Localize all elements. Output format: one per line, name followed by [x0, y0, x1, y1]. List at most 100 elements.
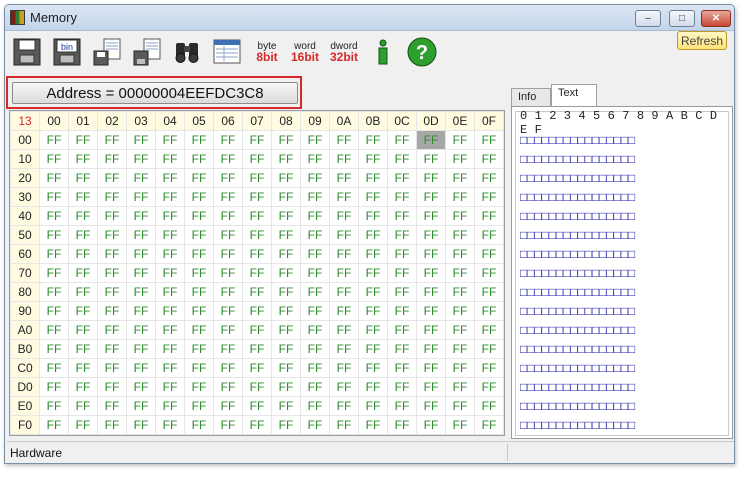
hex-cell[interactable]: FF — [126, 415, 156, 435]
hex-cell[interactable]: FF — [300, 396, 330, 416]
hex-cell[interactable]: FF — [242, 377, 272, 397]
hex-cell[interactable]: FF — [39, 282, 69, 302]
hex-cell[interactable]: FF — [242, 225, 272, 245]
hex-cell[interactable]: FF — [329, 415, 359, 435]
hex-cell[interactable]: FF — [358, 282, 388, 302]
hex-cell[interactable]: FF — [416, 187, 446, 207]
hex-cell[interactable]: FF — [39, 377, 69, 397]
hex-cell[interactable]: FF — [242, 187, 272, 207]
hex-cell[interactable]: FF — [68, 187, 98, 207]
text-row[interactable]: □□□□□□□□□□□□□□□□ — [520, 210, 635, 224]
hex-cell[interactable]: FF — [445, 244, 475, 264]
hex-cell[interactable]: FF — [387, 149, 417, 169]
hex-cell[interactable]: FF — [329, 301, 359, 321]
text-row[interactable]: □□□□□□□□□□□□□□□□ — [520, 324, 635, 338]
hex-cell[interactable]: FF — [358, 206, 388, 226]
hex-cell[interactable]: FF — [155, 396, 185, 416]
hex-cell[interactable]: FF — [474, 320, 504, 340]
hex-cell[interactable]: FF — [242, 415, 272, 435]
hex-cell[interactable]: FF — [387, 225, 417, 245]
hex-cell[interactable]: FF — [213, 244, 243, 264]
hex-cell[interactable]: FF — [271, 415, 301, 435]
hex-cell[interactable]: FF — [213, 301, 243, 321]
hex-cell[interactable]: FF — [445, 396, 475, 416]
hex-cell[interactable]: FF — [474, 396, 504, 416]
hex-cell[interactable]: FF — [155, 263, 185, 283]
hex-cell[interactable]: FF — [242, 358, 272, 378]
hex-cell[interactable]: FF — [242, 130, 272, 150]
hex-cell[interactable]: FF — [329, 149, 359, 169]
minimize-button[interactable]: – — [635, 10, 661, 27]
hex-cell[interactable]: FF — [329, 339, 359, 359]
hex-cell[interactable]: FF — [242, 263, 272, 283]
hex-cell[interactable]: FF — [445, 263, 475, 283]
hex-cell[interactable]: FF — [155, 301, 185, 321]
word-view-button[interactable]: word 16bit — [289, 35, 321, 69]
hex-cell[interactable]: FF — [126, 149, 156, 169]
hex-cell[interactable]: FF — [126, 358, 156, 378]
hex-cell[interactable]: FF — [97, 149, 127, 169]
hex-cell[interactable]: FF — [184, 339, 214, 359]
dword-view-button[interactable]: dword 32bit — [328, 35, 360, 69]
hex-cell[interactable]: FF — [155, 320, 185, 340]
hex-cell[interactable]: FF — [242, 168, 272, 188]
hex-cell[interactable]: FF — [68, 301, 98, 321]
hex-cell[interactable]: FF — [271, 263, 301, 283]
text-row[interactable]: □□□□□□□□□□□□□□□□ — [520, 267, 635, 281]
hex-cell[interactable]: FF — [39, 225, 69, 245]
hex-cell[interactable]: FF — [126, 130, 156, 150]
hex-cell[interactable]: FF — [387, 358, 417, 378]
hex-cell[interactable]: FF — [213, 187, 243, 207]
address-button[interactable]: Address = 00000004EEFDC3C8 — [12, 82, 298, 104]
hex-cell[interactable]: FF — [184, 130, 214, 150]
hex-cell[interactable]: FF — [126, 263, 156, 283]
hex-cell[interactable]: FF — [97, 282, 127, 302]
hex-cell[interactable]: FF — [97, 244, 127, 264]
hex-cell[interactable]: FF — [358, 263, 388, 283]
hex-cell[interactable]: FF — [39, 244, 69, 264]
hex-cell[interactable]: FF — [358, 187, 388, 207]
hex-cell[interactable]: FF — [300, 187, 330, 207]
hex-cell[interactable]: FF — [271, 187, 301, 207]
hex-cell[interactable]: FF — [387, 339, 417, 359]
text-row[interactable]: □□□□□□□□□□□□□□□□ — [520, 286, 635, 300]
hex-cell[interactable]: FF — [329, 225, 359, 245]
refresh-button[interactable]: Refresh — [677, 31, 727, 50]
hex-cell[interactable]: FF — [213, 282, 243, 302]
text-row[interactable]: □□□□□□□□□□□□□□□□ — [520, 248, 635, 262]
save-binary-button[interactable]: bin — [51, 35, 83, 69]
hex-cell[interactable]: FF — [271, 396, 301, 416]
hex-cell[interactable]: FF — [97, 377, 127, 397]
hex-cell[interactable]: FF — [358, 301, 388, 321]
hex-cell[interactable]: FF — [184, 168, 214, 188]
hex-cell[interactable]: FF — [126, 168, 156, 188]
hex-cell[interactable]: FF — [155, 377, 185, 397]
hex-cell[interactable]: FF — [213, 263, 243, 283]
save-document-button[interactable] — [91, 35, 123, 69]
table-view-button[interactable] — [211, 35, 243, 69]
hex-cell[interactable]: FF — [474, 282, 504, 302]
hex-cell[interactable]: FF — [300, 206, 330, 226]
hex-cell[interactable]: FF — [213, 339, 243, 359]
hex-cell[interactable]: FF — [271, 358, 301, 378]
hex-cell[interactable]: FF — [213, 206, 243, 226]
hex-cell[interactable]: FF — [387, 244, 417, 264]
text-row[interactable]: □□□□□□□□□□□□□□□□ — [520, 134, 635, 148]
hex-cell[interactable]: FF — [213, 225, 243, 245]
hex-cell[interactable]: FF — [242, 282, 272, 302]
hex-cell[interactable]: FF — [358, 149, 388, 169]
hex-cell[interactable]: FF — [474, 263, 504, 283]
hex-cell[interactable]: FF — [68, 282, 98, 302]
hex-cell[interactable]: FF — [300, 339, 330, 359]
hex-cell[interactable]: FF — [474, 168, 504, 188]
hex-cell[interactable]: FF — [474, 415, 504, 435]
hex-cell[interactable]: FF — [474, 225, 504, 245]
hex-cell[interactable]: FF — [97, 301, 127, 321]
hex-cell[interactable]: FF — [329, 206, 359, 226]
hex-cell[interactable]: FF — [445, 301, 475, 321]
hex-cell[interactable]: FF — [242, 339, 272, 359]
text-pane[interactable]: 0 1 2 3 4 5 6 7 8 9 A B C D E F □□□□□□□□… — [511, 106, 733, 439]
hex-cell[interactable]: FF — [155, 206, 185, 226]
hex-cell[interactable]: FF — [271, 130, 301, 150]
hex-cell[interactable]: FF — [184, 301, 214, 321]
